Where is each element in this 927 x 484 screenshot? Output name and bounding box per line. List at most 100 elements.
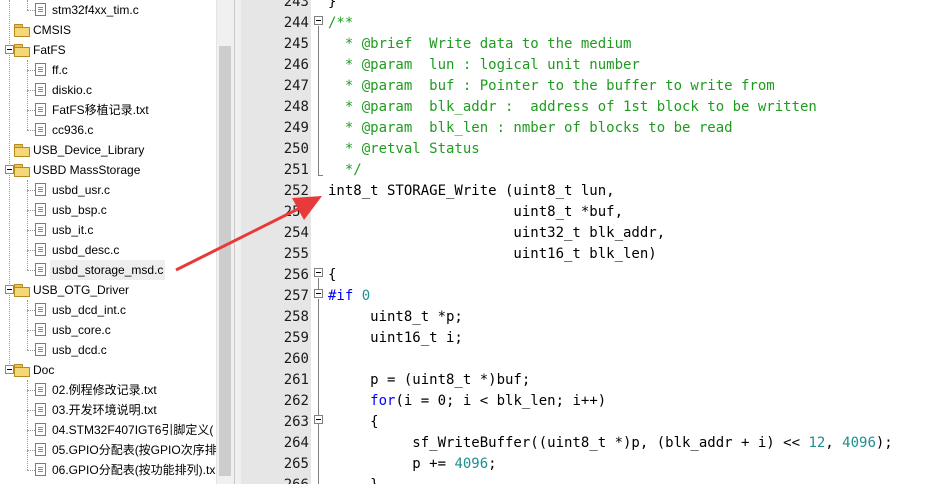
file-icon bbox=[35, 83, 46, 96]
tree-item[interactable]: usbd_usr.c bbox=[0, 180, 216, 200]
code-line[interactable]: /** bbox=[328, 13, 353, 34]
fold-toggle-icon[interactable] bbox=[314, 415, 323, 424]
code-line[interactable]: */ bbox=[328, 160, 362, 181]
file-icon bbox=[35, 63, 46, 76]
line-number: 260 bbox=[283, 351, 309, 367]
number-literal: 4096 bbox=[842, 435, 876, 451]
tree-item[interactable]: usbd_desc.c bbox=[0, 240, 216, 260]
line-number: 256 bbox=[283, 267, 309, 283]
tree-item[interactable]: 04.STM32F407IGT6引脚定义( bbox=[0, 420, 216, 440]
tree-scrollbar[interactable] bbox=[216, 0, 234, 484]
line-number: 255 bbox=[283, 246, 309, 262]
tree-folder-cmsis[interactable]: CMSIS bbox=[0, 20, 216, 40]
collapse-icon[interactable] bbox=[5, 45, 14, 54]
tree-item[interactable]: 02.例程修改记录.txt bbox=[0, 380, 216, 400]
folder-icon bbox=[14, 164, 30, 177]
tree-item[interactable]: 05.GPIO分配表(按GPIO次序排 bbox=[0, 440, 216, 460]
line-number: 248 bbox=[283, 99, 309, 115]
line-number: 251 bbox=[283, 162, 309, 178]
tree-folder-usbd-massstorage[interactable]: USBD MassStorage bbox=[0, 160, 216, 180]
fold-line bbox=[318, 278, 319, 289]
file-icon bbox=[35, 103, 46, 116]
tree-item[interactable]: usb_it.c bbox=[0, 220, 216, 240]
number-literal: 4096 bbox=[454, 456, 489, 472]
fold-line bbox=[318, 175, 323, 176]
scrollbar-thumb[interactable] bbox=[219, 46, 231, 476]
code-line[interactable]: * @brief Write data to the medium bbox=[328, 34, 632, 55]
folder-icon bbox=[14, 144, 30, 157]
tree-item[interactable]: usb_bsp.c bbox=[0, 200, 216, 220]
code-line[interactable]: uint8_t *buf, bbox=[328, 202, 623, 223]
code-line[interactable]: uint32_t blk_addr, bbox=[328, 223, 665, 244]
tree-item[interactable]: usb_dcd.c bbox=[0, 340, 216, 360]
tree-folder-fatfs[interactable]: FatFS bbox=[0, 40, 216, 60]
fold-toggle-icon[interactable] bbox=[314, 268, 323, 277]
line-number: 246 bbox=[283, 57, 309, 73]
tree-folder-usb-otg-driver[interactable]: USB_OTG_Driver bbox=[0, 280, 216, 300]
code-line[interactable]: * @param buf : Pointer to the buffer to … bbox=[328, 76, 775, 97]
code-line[interactable]: { bbox=[328, 412, 378, 433]
code-line[interactable]: p += 4096; bbox=[328, 454, 496, 475]
line-number: 252 bbox=[283, 183, 309, 199]
tree-item[interactable]: stm32f4xx_tim.c bbox=[0, 0, 216, 20]
code-line[interactable]: { bbox=[328, 265, 336, 286]
file-icon bbox=[35, 303, 46, 316]
project-tree[interactable]: stm32f4xx_tim.c CMSIS FatFS ff.c diskio.… bbox=[0, 0, 216, 484]
line-number: 261 bbox=[283, 372, 309, 388]
code-line[interactable]: * @retval Status bbox=[328, 139, 480, 160]
line-number: 262 bbox=[283, 393, 309, 409]
tree-item[interactable]: 03.开发环境说明.txt bbox=[0, 400, 216, 420]
tree-item[interactable]: usb_dcd_int.c bbox=[0, 300, 216, 320]
keyword: for bbox=[370, 393, 396, 409]
code-line[interactable]: sf_WriteBuffer((uint8_t *)p, (blk_addr +… bbox=[328, 433, 892, 454]
line-number: 245 bbox=[283, 36, 309, 52]
line-number: 243 bbox=[283, 0, 309, 10]
fold-line bbox=[318, 26, 319, 175]
number-literal: 0 bbox=[353, 288, 371, 304]
code-line[interactable]: p = (uint8_t *)buf; bbox=[328, 370, 530, 391]
code-line[interactable]: * @param lun : logical unit number bbox=[328, 55, 640, 76]
code-line[interactable]: uint16_t i; bbox=[328, 328, 463, 349]
code-editor[interactable]: 243 244 245 246 247 248 249 250 251 252 … bbox=[241, 0, 927, 484]
tree-folder-doc[interactable]: Doc bbox=[0, 360, 216, 380]
folder-icon bbox=[14, 364, 30, 377]
fold-toggle-icon[interactable] bbox=[314, 289, 323, 298]
fold-toggle-icon[interactable] bbox=[314, 16, 323, 25]
file-icon bbox=[35, 383, 46, 396]
tree-item[interactable]: diskio.c bbox=[0, 80, 216, 100]
code-line[interactable]: int8_t STORAGE_Write (uint8_t lun, bbox=[328, 181, 615, 202]
file-icon bbox=[35, 243, 46, 256]
file-icon bbox=[35, 183, 46, 196]
code-line[interactable]: for(i = 0; i < blk_len; i++) bbox=[328, 391, 606, 412]
keyword: #if bbox=[328, 288, 354, 304]
tree-item[interactable]: FatFS移植记录.txt bbox=[0, 100, 216, 120]
line-number: 250 bbox=[283, 141, 309, 157]
code-line[interactable]: } bbox=[328, 0, 336, 13]
tree-folder-usb-device-library[interactable]: USB_Device_Library bbox=[0, 140, 216, 160]
collapse-icon[interactable] bbox=[5, 165, 14, 174]
collapse-icon[interactable] bbox=[5, 365, 14, 374]
line-number: 249 bbox=[283, 120, 309, 136]
tree-item[interactable]: cc936.c bbox=[0, 120, 216, 140]
file-icon bbox=[35, 223, 46, 236]
code-line[interactable]: * @param blk_len : nmber of blocks to be… bbox=[328, 118, 733, 139]
tree-item[interactable]: 06.GPIO分配表(按功能排列).tx bbox=[0, 460, 216, 480]
tree-item[interactable]: usb_core.c bbox=[0, 320, 216, 340]
tree-item-selected[interactable]: usbd_storage_msd.c bbox=[0, 260, 216, 280]
line-number: 266 bbox=[241, 475, 311, 484]
file-icon bbox=[35, 203, 46, 216]
line-number: 259 bbox=[283, 330, 309, 346]
code-line[interactable]: #if 0 bbox=[328, 286, 370, 307]
number-literal: 12 bbox=[808, 435, 826, 451]
collapse-icon[interactable] bbox=[5, 285, 14, 294]
code-line[interactable]: uint16_t blk_len) bbox=[328, 244, 656, 265]
pane-splitter[interactable] bbox=[234, 0, 241, 484]
file-icon bbox=[35, 443, 46, 456]
code-line[interactable]: } bbox=[328, 475, 378, 484]
line-number: 254 bbox=[283, 225, 309, 241]
line-number: 264 bbox=[283, 435, 309, 451]
line-number: 247 bbox=[283, 78, 309, 94]
code-line[interactable]: * @param blk_addr : address of 1st block… bbox=[328, 97, 817, 118]
tree-item[interactable]: ff.c bbox=[0, 60, 216, 80]
code-line[interactable]: uint8_t *p; bbox=[328, 307, 463, 328]
